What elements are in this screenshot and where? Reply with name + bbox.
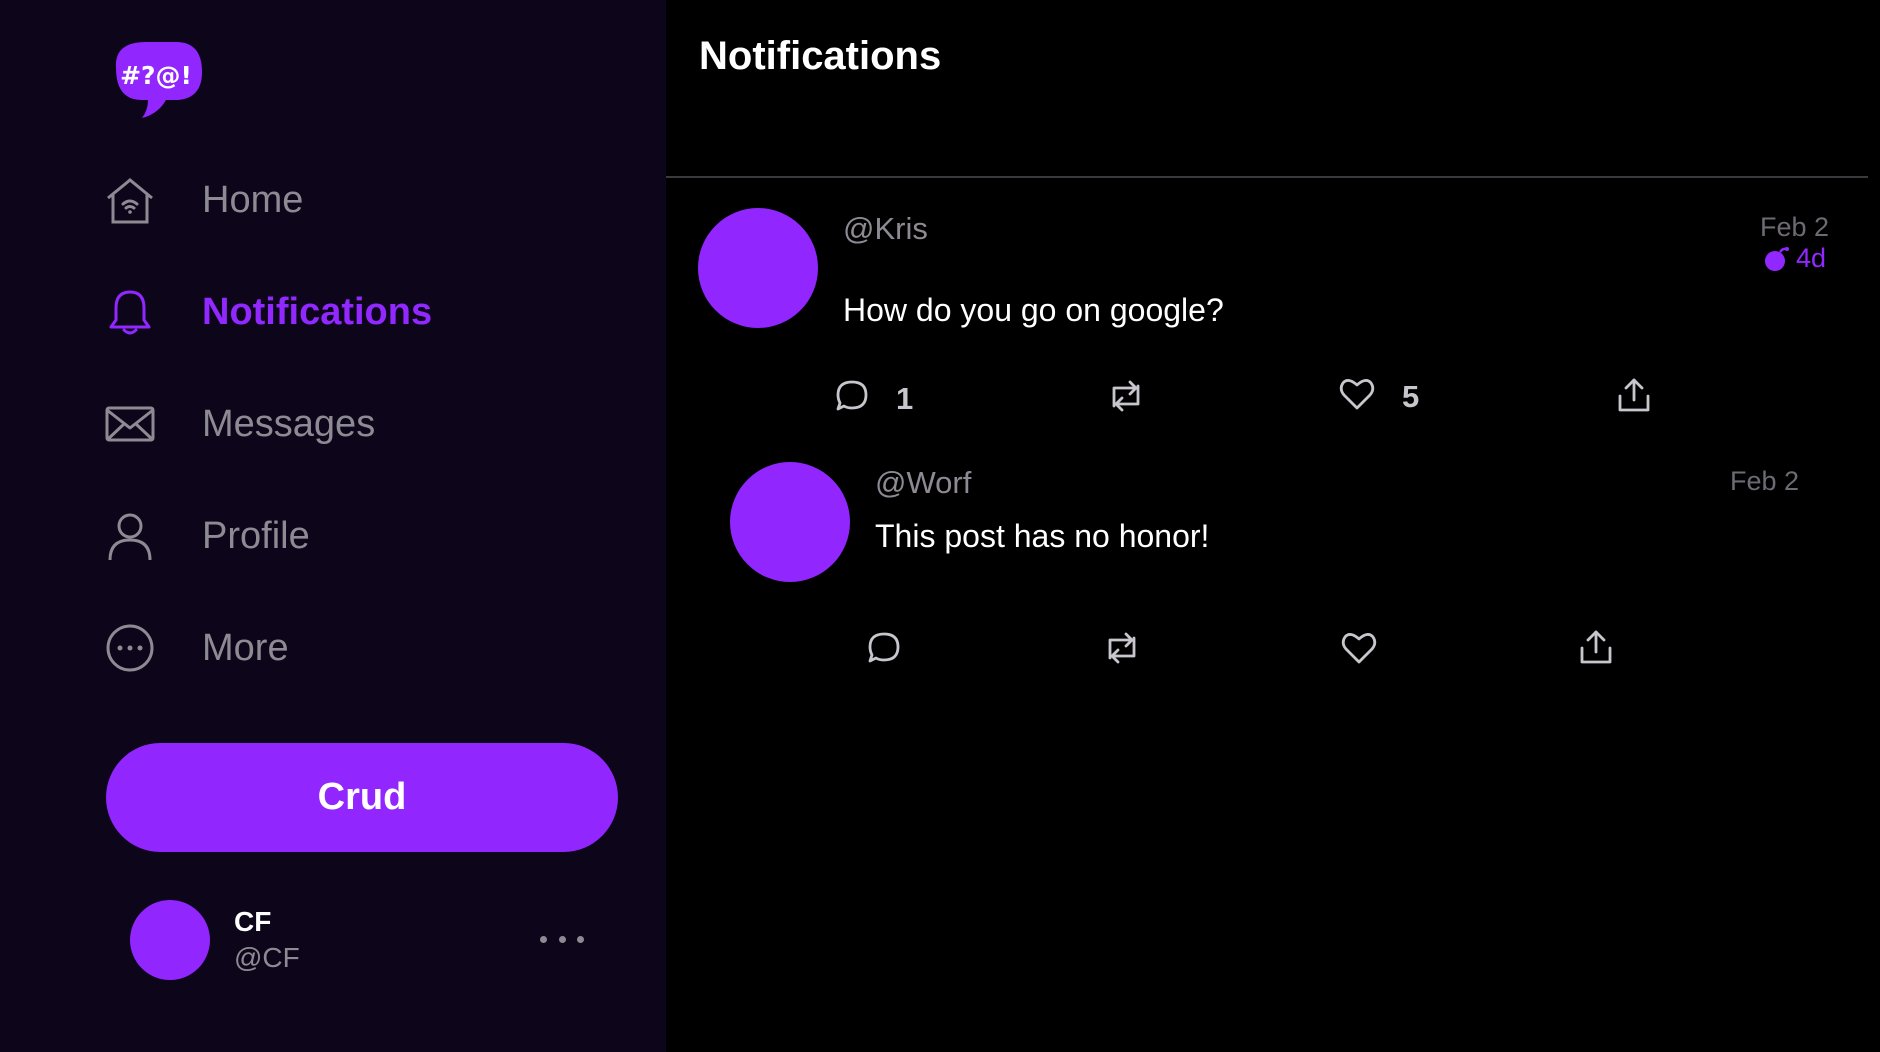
repost-icon	[1102, 630, 1142, 671]
main-column: Notifications @Kris Feb 2 4d How do you …	[666, 0, 1868, 1052]
sidebar-item-label: More	[202, 626, 289, 669]
repost-button[interactable]	[1106, 378, 1146, 419]
reply-button[interactable]: 1	[834, 378, 913, 419]
like-button[interactable]	[1340, 630, 1378, 671]
post-handle[interactable]: @Worf	[875, 465, 971, 501]
sidebar-item-messages[interactable]: Messages	[104, 394, 375, 454]
share-button[interactable]	[1616, 376, 1652, 419]
comment-icon	[866, 630, 902, 671]
post-age-text: 4d	[1796, 243, 1827, 273]
sidebar-item-profile[interactable]: Profile	[104, 506, 310, 566]
sidebar: #?@! Home Notifications Messages Profile…	[0, 0, 666, 1052]
post-date: Feb 2	[1760, 212, 1830, 242]
heart-icon	[1340, 630, 1378, 671]
sidebar-item-more[interactable]: More	[104, 618, 289, 678]
sidebar-item-label: Home	[202, 178, 304, 221]
logo-text: #?@!	[120, 61, 192, 90]
reply-button[interactable]	[866, 630, 902, 671]
avatar[interactable]	[730, 462, 850, 582]
heart-icon	[1338, 376, 1376, 417]
sidebar-item-label: Profile	[202, 514, 310, 557]
app-root: #?@! Home Notifications Messages Profile…	[0, 0, 1880, 1052]
post-body: This post has no honor!	[875, 518, 1210, 554]
bomb-icon	[1764, 246, 1790, 272]
more-circle-icon	[104, 622, 156, 674]
comment-icon	[834, 378, 870, 419]
more-dots-icon[interactable]	[540, 926, 584, 952]
sidebar-item-notifications[interactable]: Notifications	[104, 282, 432, 342]
sidebar-item-label: Messages	[202, 402, 376, 445]
sidebar-item-label: Notifications	[202, 290, 433, 333]
reply-count: 1	[896, 380, 914, 416]
post-handle[interactable]: @Kris	[843, 211, 928, 247]
avatar[interactable]	[698, 208, 818, 328]
user-icon	[104, 510, 156, 562]
page-title: Notifications	[699, 34, 942, 78]
page-edge	[1868, 0, 1880, 1052]
envelope-icon	[104, 398, 156, 450]
share-icon	[1616, 376, 1652, 419]
app-logo[interactable]: #?@!	[106, 38, 204, 122]
repost-button[interactable]	[1102, 630, 1142, 671]
account-handle: @CF	[234, 942, 300, 973]
like-count: 5	[1402, 378, 1420, 414]
post-age: 4d	[1764, 243, 1826, 274]
home-icon	[104, 174, 156, 226]
account-switcher[interactable]: CF @CF	[130, 900, 590, 980]
repost-icon	[1106, 378, 1146, 419]
account-name: CF	[234, 906, 272, 937]
avatar	[130, 900, 210, 980]
bell-icon	[104, 286, 156, 338]
sidebar-item-home[interactable]: Home	[104, 170, 303, 230]
share-button[interactable]	[1578, 628, 1614, 671]
like-button[interactable]: 5	[1338, 376, 1419, 417]
post-body: How do you go on google?	[843, 292, 1224, 328]
share-icon	[1578, 628, 1614, 671]
main-header: Notifications	[666, 0, 1868, 178]
post-date: Feb 2	[1730, 466, 1800, 496]
crud-button[interactable]: Crud	[106, 743, 618, 852]
